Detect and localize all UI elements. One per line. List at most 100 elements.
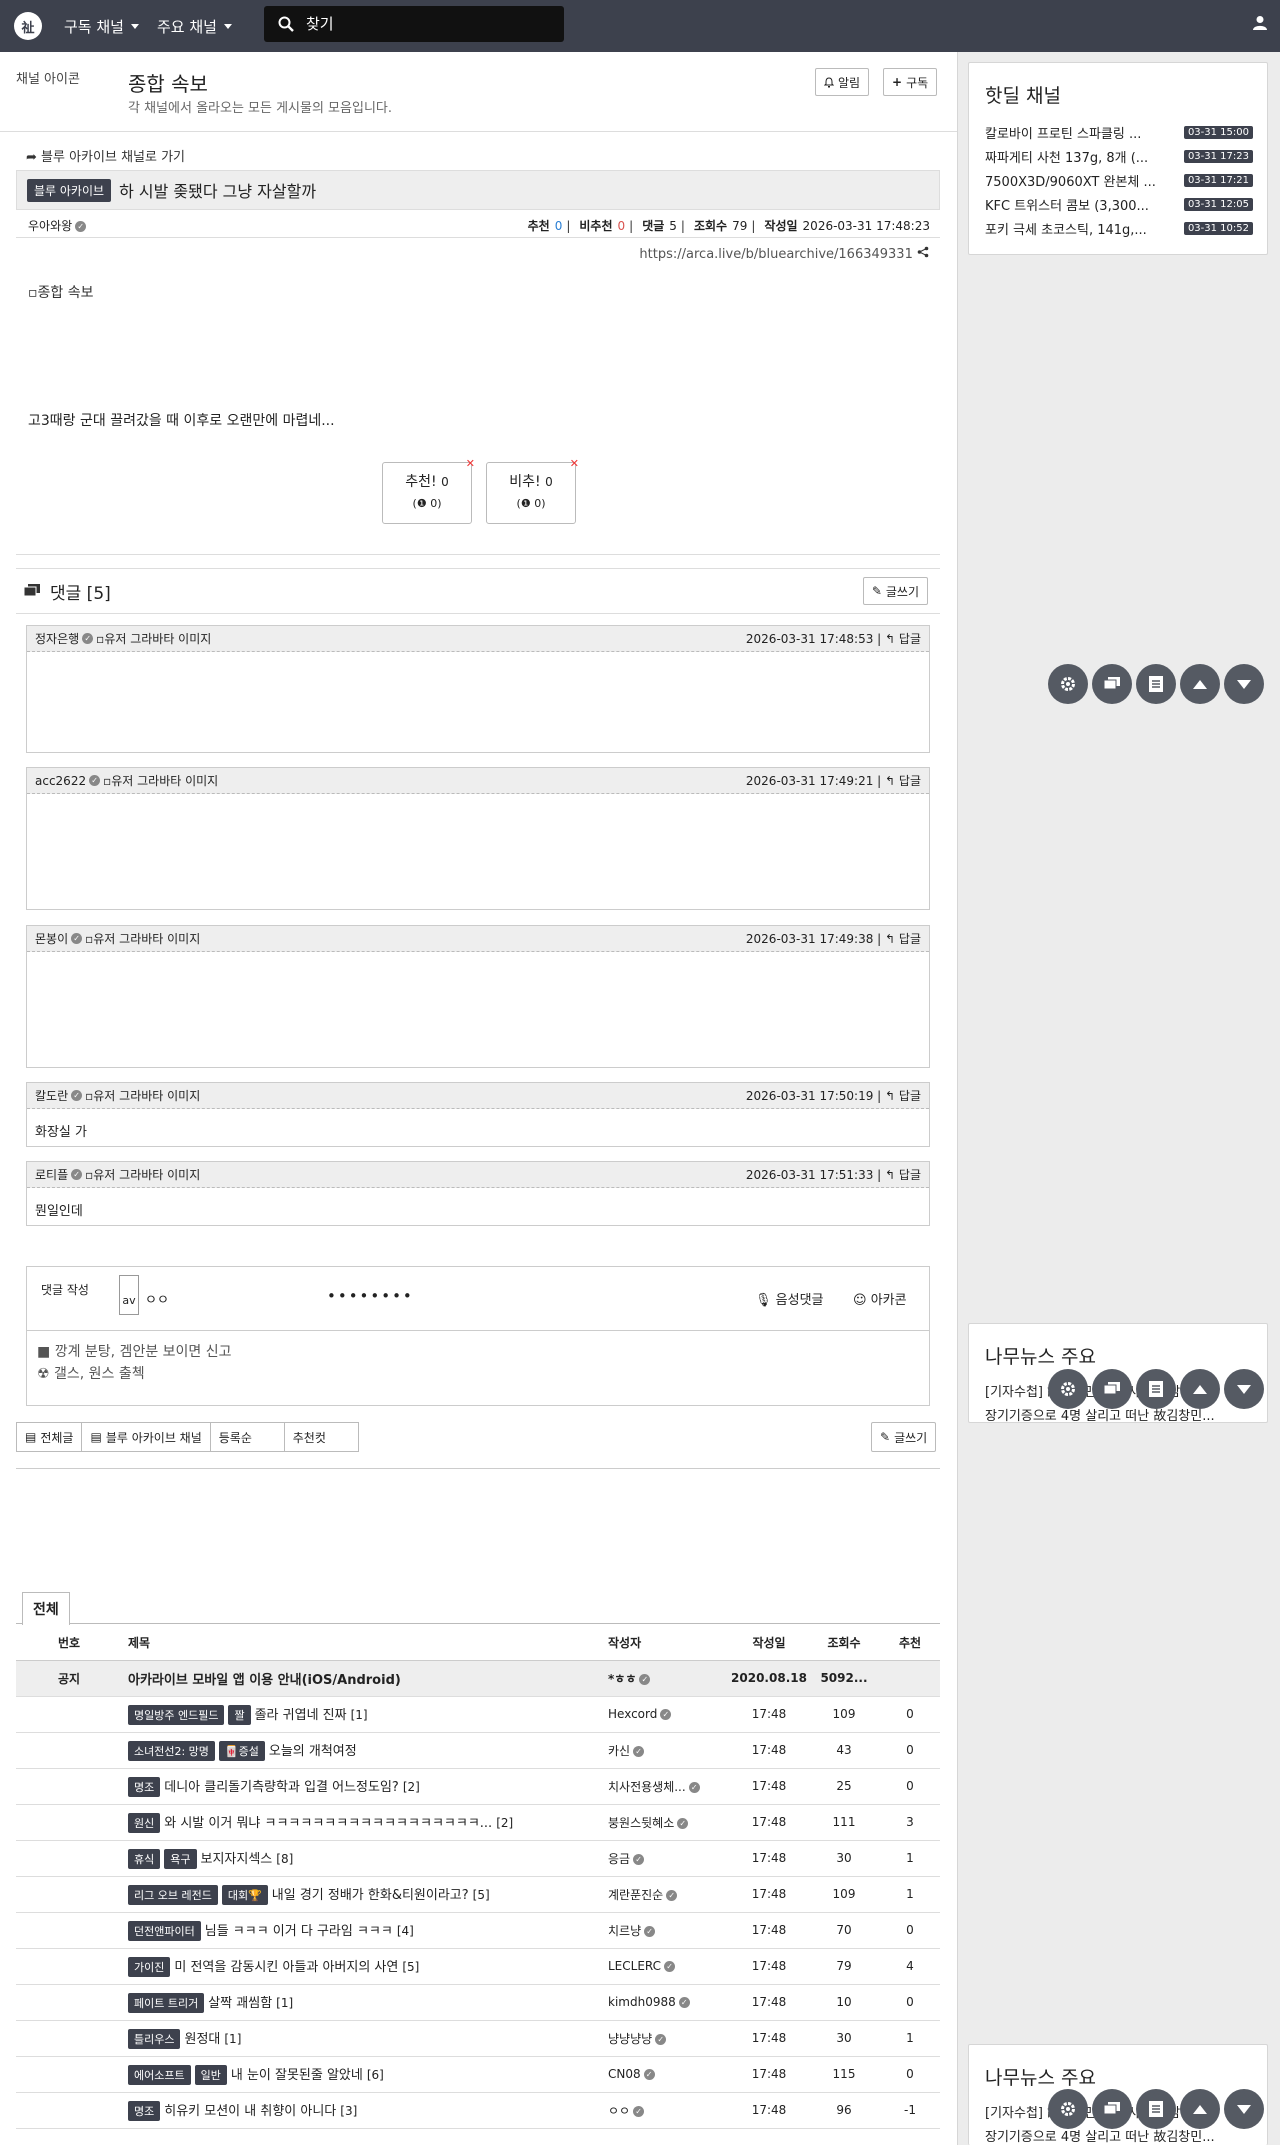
table-row[interactable]: 명일방주 엔드필드 짤 졸라 귀엽네 진짜 [1] Hexcord ✓ 17:48 109 0 <box>16 1696 940 1733</box>
row-channel-badge[interactable]: 가이진 <box>128 1956 171 1977</box>
comments-icon[interactable] <box>1092 1369 1132 1409</box>
hotdeal-item[interactable]: 짜파게티 사천 137g, 8개 (... 03-31 17:23 <box>969 144 1267 168</box>
row-category-badge[interactable]: 대회🏆 <box>221 1884 268 1905</box>
comments-icon[interactable] <box>1092 2089 1132 2129</box>
site-logo[interactable]: 祉 <box>14 12 42 40</box>
row-channel-badge[interactable]: 원신 <box>128 1812 161 1833</box>
row-channel-badge[interactable]: 소녀전선2: 망명 <box>128 1740 215 1761</box>
comment-author[interactable]: 몬봉이 <box>35 930 68 947</box>
row-channel-badge[interactable]: 명일방주 엔드필드 <box>128 1704 225 1725</box>
row-title[interactable]: 던전앤파이터 님들 ㅋㅋㅋ 이거 다 구라임 ㅋㅋㅋ [4] <box>122 1912 600 1949</box>
table-row[interactable]: 가이진 미 전역을 감동시킨 아들과 아버지의 사연 [5] LECLERC ✓ 17:4… <box>16 1948 940 1985</box>
user-icon[interactable] <box>1252 15 1268 31</box>
row-title[interactable]: 아카라이브 모바일 앱 이용 안내(iOS/Android) <box>122 1660 600 1697</box>
main-channels-menu[interactable]: 주요 채널 <box>157 16 232 37</box>
row-channel-badge[interactable]: 던전앤파이터 <box>128 1920 201 1941</box>
list-icon[interactable] <box>1136 2089 1176 2129</box>
row-title[interactable]: 원신 와 시발 이거 뭐냐 ㅋㅋㅋㅋㅋㅋㅋㅋㅋㅋㅋㅋㅋㅋㅋㅋㅋㅋ... [2] <box>122 1804 600 1841</box>
list-icon[interactable] <box>1136 664 1176 704</box>
row-channel-badge[interactable]: 리그 오브 레전드 <box>128 1884 218 1905</box>
hotdeal-title[interactable]: 핫딜 채널 <box>985 81 1251 108</box>
table-row[interactable]: 에어소프트 일반 내 눈이 잘못된줄 알았네 [6] CN08 ✓ 17:48 115 0 <box>16 2056 940 2093</box>
voice-comment-button[interactable]: 🎙 음성댓글 <box>755 1289 824 1308</box>
row-title[interactable]: 명일방주 엔드필드 짤 졸라 귀엽네 진짜 [1] <box>122 1696 600 1733</box>
write-comment-button[interactable]: ✎ 글쓰기 <box>862 577 928 605</box>
list-icon[interactable] <box>1136 1369 1176 1409</box>
subscribe-button[interactable]: + 구독 <box>883 68 938 96</box>
row-title[interactable]: 틀리우스 원정대 [1] <box>122 2020 600 2057</box>
comment-author[interactable]: acc2622 <box>35 774 86 788</box>
comment-author[interactable]: 칼도란 <box>35 1087 68 1104</box>
table-row[interactable]: 원신 와 시발 이거 뭐냐 ㅋㅋㅋㅋㅋㅋㅋㅋㅋㅋㅋㅋㅋㅋㅋㅋㅋㅋ... [2] 붕원스… <box>16 1804 940 1841</box>
post-url[interactable]: https://arca.live/b/bluearchive/16634933… <box>639 246 929 262</box>
emoticon-button[interactable]: ☺ 아카콘 <box>853 1289 907 1308</box>
comment-author[interactable]: 로티플 <box>35 1166 68 1183</box>
scroll-up-icon[interactable] <box>1180 2089 1220 2129</box>
table-row[interactable]: 소녀전선2: 망명 🀄증설 오늘의 개척여정 카신 ✓ 17:48 43 0 <box>16 1732 940 1769</box>
row-title[interactable]: 휴식 욕구 보지자지섹스 [8] <box>122 1840 600 1877</box>
tab-all[interactable]: 전체 <box>22 1592 70 1625</box>
news-title[interactable]: 나무뉴스 주요 <box>985 2063 1251 2090</box>
reply-button[interactable]: ↰ 답글 <box>885 774 921 788</box>
table-row[interactable]: 휴식 욕구 보지자지섹스 [8] 응금 ✓ 17:48 30 1 <box>16 1840 940 1877</box>
alarm-button[interactable]: 알림 <box>815 68 870 96</box>
channel-posts-button[interactable]: ▤ 블루 아카이브 채널 <box>81 1422 211 1452</box>
comments-icon[interactable] <box>1092 664 1132 704</box>
row-channel-badge[interactable]: 에어소프트 <box>128 2064 191 2085</box>
hotdeal-item[interactable]: 칼로바이 프로틴 스파클링 ... 03-31 15:00 <box>969 120 1267 144</box>
settings-icon[interactable] <box>1048 1369 1088 1409</box>
reply-button[interactable]: ↰ 답글 <box>885 1089 921 1103</box>
table-row[interactable]: 던전앤파이터 님들 ㅋㅋㅋ 이거 다 구라임 ㅋㅋㅋ [4] 치르냥 ✓ 17:48 70 0 <box>16 1912 940 1949</box>
write-post-button[interactable]: ✎ 글쓰기 <box>871 1422 937 1452</box>
search-input[interactable] <box>306 15 546 33</box>
scroll-up-icon[interactable] <box>1180 664 1220 704</box>
reply-button[interactable]: ↰ 답글 <box>885 632 921 646</box>
row-channel-badge[interactable]: 틀리우스 <box>128 2028 181 2049</box>
comment-textarea[interactable]: ■ 깡계 분탕, 겜안분 보이면 신고 ☢ 갤스, 원스 출첵 <box>27 1331 929 1395</box>
table-row[interactable]: 명조 데니아 클리돌기측량학과 입결 어느정도임? [2] 치사전용생체... ✓ 17:… <box>16 1768 940 1805</box>
scroll-down-icon[interactable] <box>1224 2089 1264 2129</box>
vote-down-button[interactable]: ✕ 비추! 0 (❶ 0) <box>486 457 579 524</box>
hotdeal-item[interactable]: 7500X3D/9060XT 완본체 ... 03-31 17:21 <box>969 168 1267 192</box>
row-title[interactable]: 에어소프트 일반 내 눈이 잘못된줄 알았네 [6] <box>122 2056 600 2093</box>
news-title[interactable]: 나무뉴스 주요 <box>985 1342 1251 1369</box>
row-title[interactable]: 소녀전선2: 망명 🀄증설 오늘의 개척여정 <box>122 1732 600 1769</box>
row-title[interactable]: 페이트 트리거 살짝 괘씸함 [1] <box>122 1984 600 2021</box>
row-category-badge[interactable]: 짤 <box>228 1704 251 1725</box>
settings-icon[interactable] <box>1048 664 1088 704</box>
table-row[interactable]: 명조 히유키 모션이 내 취향이 아니다 [3] ㅇㅇ ✓ 17:48 96 -1 <box>16 2092 940 2129</box>
sort-select[interactable]: 등록순 <box>209 1422 285 1452</box>
row-channel-badge[interactable]: 명조 <box>128 2100 161 2121</box>
share-icon[interactable] <box>917 246 929 258</box>
notice-row[interactable]: 공지 아카라이브 모바일 앱 이용 안내(iOS/Android) *ㅎㅎ ✓ 2… <box>16 1660 940 1697</box>
row-channel-badge[interactable]: 페이트 트리거 <box>128 1992 205 2013</box>
settings-icon[interactable] <box>1048 2089 1088 2129</box>
scroll-down-icon[interactable] <box>1224 664 1264 704</box>
password-field[interactable]: •••••••• <box>327 1287 414 1305</box>
row-channel-badge[interactable]: 휴식 <box>128 1848 161 1869</box>
vote-up-button[interactable]: ✕ 추천! 0 (❶ 0) <box>382 457 475 524</box>
row-title[interactable]: 가이진 미 전역을 감동시킨 아들과 아버지의 사연 [5] <box>122 1948 600 1985</box>
post-author[interactable]: 우아와왕 ✓ <box>28 217 87 234</box>
hotdeal-item[interactable]: 포키 극세 초코스틱, 141g,... 03-31 10:52 <box>969 216 1267 240</box>
hotdeal-item[interactable]: KFC 트위스터 콤보 (3,300... 03-31 12:05 <box>969 192 1267 216</box>
table-row[interactable]: 페이트 트리거 살짝 괘씸함 [1] kimdh0988 ✓ 17:48 10 0 <box>16 1984 940 2021</box>
reply-button[interactable]: ↰ 답글 <box>885 932 921 946</box>
row-category-badge[interactable]: 일반 <box>194 2064 227 2085</box>
row-title[interactable]: 명조 히유키 모션이 내 취향이 아니다 [3] <box>122 2092 600 2129</box>
row-channel-badge[interactable]: 명조 <box>128 1776 161 1797</box>
row-category-badge[interactable]: 욕구 <box>164 1848 197 1869</box>
row-title[interactable]: 리그 오브 레전드 대회🏆 내일 경기 정배가 한화&티원이라고? [5] <box>122 1876 600 1913</box>
back-to-channel-link[interactable]: ➦ 블루 아카이브 채널로 가기 <box>26 146 185 165</box>
post-channel-badge[interactable]: 블루 아카이브 <box>27 178 112 202</box>
scroll-up-icon[interactable] <box>1180 1369 1220 1409</box>
row-title[interactable]: 명조 데니아 클리돌기측량학과 입결 어느정도임? [2] <box>122 1768 600 1805</box>
reply-button[interactable]: ↰ 답글 <box>885 1168 921 1182</box>
table-row[interactable]: 리그 오브 레전드 대회🏆 내일 경기 정배가 한화&티원이라고? [5] 계란푼진순 ✓… <box>16 1876 940 1913</box>
row-category-badge[interactable]: 🀄증설 <box>218 1740 265 1761</box>
recommend-cut-select[interactable]: 추천컷 <box>283 1422 359 1452</box>
subscribed-channels-menu[interactable]: 구독 채널 <box>64 16 139 37</box>
all-posts-button[interactable]: ▤ 전체글 <box>16 1422 83 1452</box>
comment-author[interactable]: 정자은행 <box>35 630 79 647</box>
table-row[interactable]: 틀리우스 원정대 [1] 냥냥냥냥 ✓ 17:48 30 1 <box>16 2020 940 2057</box>
